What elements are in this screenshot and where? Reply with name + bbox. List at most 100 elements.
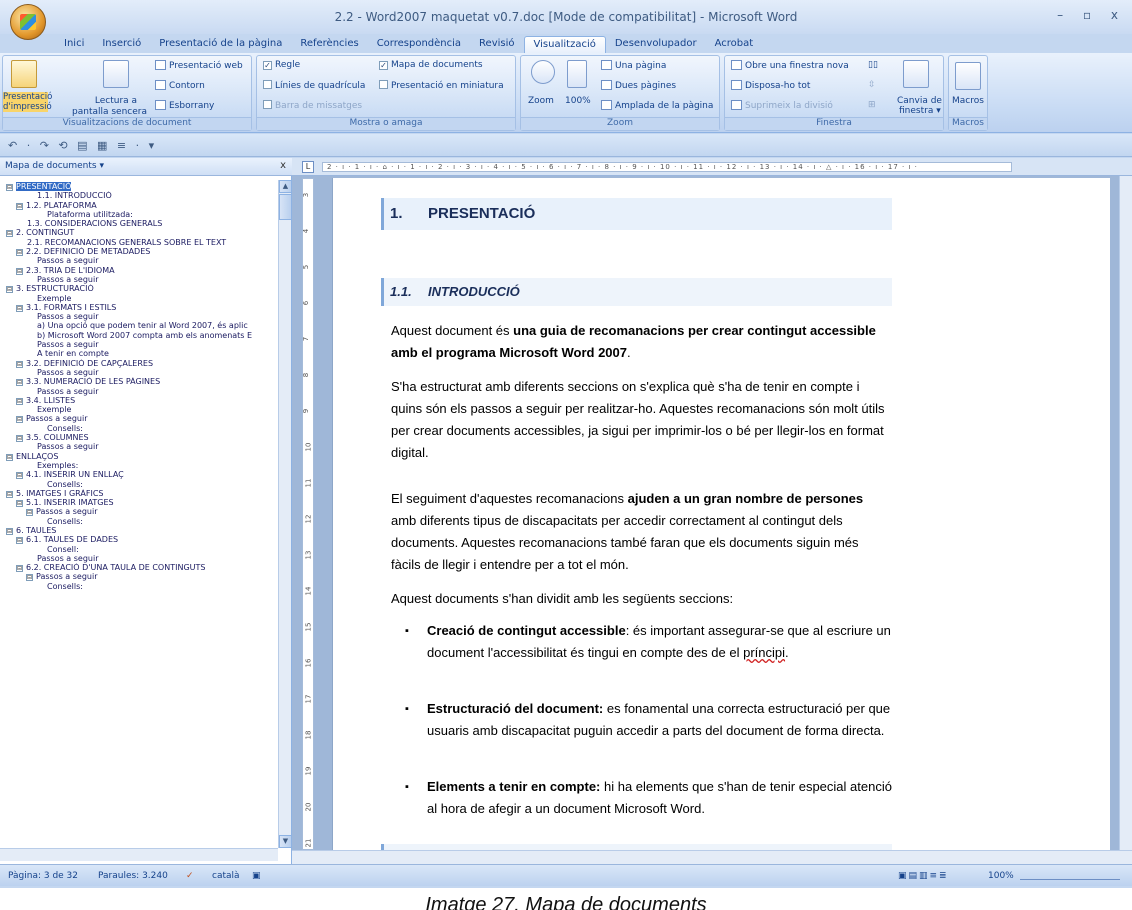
tab-presentacio-pagina[interactable]: Presentació de la pàgina xyxy=(150,36,291,53)
document-map-item[interactable]: 1.3. CONSIDERACIONS GENERALS xyxy=(0,219,278,228)
document-map-item[interactable]: Consells: xyxy=(0,480,278,489)
collapse-toggle-icon[interactable]: ⊟ xyxy=(16,500,23,508)
vertical-ruler[interactable]: 345678910111213141516171819202122 xyxy=(302,178,314,883)
document-map-horizontal-scrollbar[interactable] xyxy=(0,848,278,861)
document-map-item[interactable]: b) Microsoft Word 2007 compta amb els an… xyxy=(0,331,278,340)
collapse-toggle-icon[interactable]: ⊟ xyxy=(6,453,13,461)
document-map-item[interactable]: ⊟ 3.1. FORMATS I ESTILS xyxy=(0,303,278,312)
document-map-item[interactable]: ⊟ 6.1. TAULES DE DADES xyxy=(0,535,278,545)
macros-button[interactable]: Macros xyxy=(952,96,984,107)
collapse-toggle-icon[interactable]: ⊟ xyxy=(16,202,23,210)
collapse-toggle-icon[interactable]: ⊟ xyxy=(6,230,13,238)
document-map-item[interactable]: ⊟ PRESENTACIÓ xyxy=(0,182,278,191)
gridlines-checkbox[interactable]: Línies de quadrícula xyxy=(263,80,365,92)
tab-correspondencia[interactable]: Correspondència xyxy=(368,36,470,53)
full-screen-reading-label-1[interactable]: Lectura a xyxy=(91,96,141,107)
view-buttons-icon[interactable]: ▣▤▥≡≣ xyxy=(898,871,949,881)
scroll-down-icon[interactable]: ▼ xyxy=(279,835,292,848)
document-map-vertical-scrollbar[interactable]: ▲ ▼ xyxy=(278,180,292,848)
zoom-slider[interactable] xyxy=(1020,872,1120,880)
document-map-item[interactable]: ⊟ 5.1. INSERIR IMATGES xyxy=(0,498,278,508)
collapse-toggle-icon[interactable]: ⊟ xyxy=(6,286,13,294)
document-map-item[interactable]: Consells: xyxy=(0,424,278,433)
document-map-item[interactable]: Passos a seguir xyxy=(0,554,278,563)
window-controls[interactable]: – ▫ x xyxy=(1057,8,1126,22)
document-map-item[interactable]: ⊟ 3.5. COLUMNES xyxy=(0,433,278,443)
document-map-title[interactable]: Mapa de documents ▾ xyxy=(5,161,104,171)
tab-inici[interactable]: Inici xyxy=(55,36,93,53)
thumbnails-checkbox[interactable]: Presentació en miniatura xyxy=(379,80,504,92)
document-map-item[interactable]: Consells: xyxy=(0,582,278,591)
document-map-item[interactable]: Passos a seguir xyxy=(0,275,278,284)
two-pages-button[interactable]: Dues pàgines xyxy=(601,80,676,92)
collapse-toggle-icon[interactable]: ⊟ xyxy=(16,565,23,573)
document-map-item[interactable]: Passos a seguir xyxy=(0,256,278,265)
document-horizontal-scrollbar[interactable] xyxy=(292,850,1132,864)
document-map-item[interactable]: 1.1. INTRODUCCIÓ xyxy=(0,191,278,200)
one-page-button[interactable]: Una pàgina xyxy=(601,60,666,72)
web-layout-button[interactable]: Presentació web xyxy=(155,60,243,72)
document-page[interactable]: 1. PRESENTACIÓ 1.1. INTRODUCCIÓ Aquest doc… xyxy=(332,178,1110,850)
document-map-checkbox[interactable]: ✓ Mapa de documents xyxy=(379,60,483,71)
ruler-checkbox[interactable]: ✓ Regle xyxy=(263,60,300,71)
collapse-toggle-icon[interactable]: ⊟ xyxy=(6,527,13,535)
quick-access-toolbar[interactable]: ↶ · ↷ ⟲ ▤ ▦ ≡ · ▾ xyxy=(0,134,1132,157)
document-map-item[interactable]: A tenir en compte xyxy=(0,349,278,358)
document-map-item[interactable]: a) Una opció que podem tenir al Word 200… xyxy=(0,321,278,330)
document-map-item[interactable]: ⊟ 6. TAULES xyxy=(0,526,278,535)
collapse-toggle-icon[interactable]: ⊟ xyxy=(16,537,23,545)
tab-referencies[interactable]: Referències xyxy=(291,36,367,53)
document-map-item[interactable]: Passos a seguir xyxy=(0,368,278,377)
horizontal-ruler[interactable]: L 2 · ı · 1 · ı · ⌂ · ı · 1 · ı · 2 · ı … xyxy=(292,158,1132,176)
document-map-item[interactable]: Passos a seguir xyxy=(0,442,278,451)
tab-visualitzacio[interactable]: Visualització xyxy=(523,36,606,53)
tab-selector-icon[interactable]: L xyxy=(302,161,314,173)
collapse-toggle-icon[interactable]: ⊟ xyxy=(16,249,23,257)
document-map-item[interactable]: ⊟ Passos a seguir xyxy=(0,414,278,424)
word-count[interactable]: Paraules: 3.240 xyxy=(98,871,168,881)
draft-button[interactable]: Esborrany xyxy=(155,100,214,112)
zoom-button[interactable]: Zoom xyxy=(528,96,554,107)
document-map-item[interactable]: 2.1. RECOMANACIONS GENERALS SOBRE EL TEX… xyxy=(0,238,278,247)
document-map-item[interactable]: Passos a seguir xyxy=(0,340,278,349)
document-map-item[interactable]: ⊟ 4.1. INSERIR UN ENLLAÇ xyxy=(0,470,278,480)
document-map-item[interactable]: ⊟ 2.2. DEFINICIÓ DE METADADES xyxy=(0,247,278,257)
collapse-toggle-icon[interactable]: ⊟ xyxy=(16,435,23,443)
document-map-item[interactable]: ⊟ 5. IMATGES I GRÀFICS xyxy=(0,489,278,498)
zoom-level[interactable]: 100% xyxy=(988,871,1014,881)
document-map-item[interactable]: Plataforma utilitzada: xyxy=(0,210,278,219)
document-map-item[interactable]: ⊟ 2. CONTINGUT xyxy=(0,228,278,238)
office-button[interactable] xyxy=(10,4,46,40)
macro-record-icon[interactable]: ▣ xyxy=(252,871,261,881)
page-width-button[interactable]: Amplada de la pàgina xyxy=(601,100,713,112)
document-map-item[interactable]: ⊟ 1.2. PLATAFORMA xyxy=(0,201,278,210)
document-vertical-scrollbar[interactable] xyxy=(1119,176,1132,850)
tab-insercio[interactable]: Inserció xyxy=(93,36,150,53)
document-map-item[interactable]: ⊟ Passos a seguir xyxy=(0,507,278,517)
collapse-toggle-icon[interactable]: ⊟ xyxy=(16,416,23,424)
collapse-toggle-icon[interactable]: ⊟ xyxy=(6,184,13,191)
arrange-all-button[interactable]: Disposa-ho tot xyxy=(731,80,810,92)
switch-windows-label-2[interactable]: finestra ▾ xyxy=(899,106,941,117)
collapse-toggle-icon[interactable]: ⊟ xyxy=(6,490,13,498)
collapse-toggle-icon[interactable]: ⊟ xyxy=(16,360,23,368)
document-map-item[interactable]: ⊟ 3. ESTRUCTURACIÓ xyxy=(0,284,278,294)
document-map-item[interactable]: Consell: xyxy=(0,545,278,554)
document-map-item[interactable]: Exemples: xyxy=(0,461,278,470)
document-map-item[interactable]: Exemple xyxy=(0,294,278,303)
page-count[interactable]: Pàgina: 3 de 32 xyxy=(8,871,78,881)
spelling-check-icon[interactable]: ✓ xyxy=(186,871,194,881)
collapse-toggle-icon[interactable]: ⊟ xyxy=(16,379,23,387)
collapse-toggle-icon[interactable]: ⊟ xyxy=(26,574,33,582)
collapse-toggle-icon[interactable]: ⊟ xyxy=(16,267,23,275)
hundred-percent-button[interactable]: 100% xyxy=(565,96,591,107)
document-map-item[interactable]: Passos a seguir xyxy=(0,387,278,396)
outline-button[interactable]: Contorn xyxy=(155,80,205,92)
scroll-thumb[interactable] xyxy=(279,194,292,220)
collapse-toggle-icon[interactable]: ⊟ xyxy=(26,509,33,517)
document-map-item[interactable]: ⊟ Passos a seguir xyxy=(0,572,278,582)
print-layout-button[interactable]: Presentació d'impressió xyxy=(3,92,52,112)
collapse-toggle-icon[interactable]: ⊟ xyxy=(16,472,23,480)
document-map-item[interactable]: Consells: xyxy=(0,517,278,526)
view-side-by-side-icon[interactable]: ▯▯ xyxy=(868,60,878,71)
